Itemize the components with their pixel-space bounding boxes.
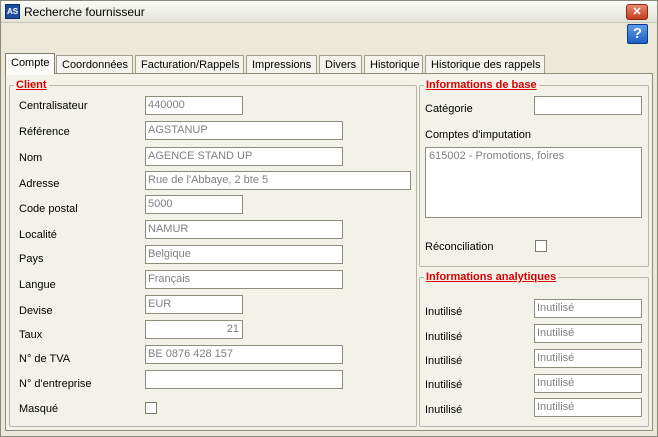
tab-impressions[interactable]: Impressions [246,55,317,74]
centralisateur-field[interactable]: 440000 [145,96,243,115]
analytics-title: Informations analytiques [426,271,557,283]
categorie-label: Catégorie [425,103,473,115]
langue-label: Langue [19,279,56,291]
window-title: Recherche fournisseur [24,5,145,19]
langue-field[interactable]: Français [145,270,343,289]
pays-label: Pays [19,253,44,265]
taux-label: Taux [19,329,43,341]
nom-label: Nom [19,152,43,164]
reference-label: Référence [19,126,70,138]
tab-panel-compte: Client Centralisateur 440000 Référence A… [5,73,653,431]
devise-label: Devise [19,305,53,317]
tab-coordonnees[interactable]: Coordonnées [56,55,133,74]
masque-checkbox[interactable] [145,402,157,414]
close-button[interactable]: ✕ [626,4,648,20]
tab-compte[interactable]: Compte [5,53,55,75]
analytic-field-2[interactable]: Inutilisé [534,324,642,343]
tab-divers[interactable]: Divers [319,55,362,74]
base-info-title: Informations de base [426,79,537,91]
adresse-field[interactable]: Rue de l'Abbaye, 2 bte 5 [145,171,411,190]
pays-field[interactable]: Belgique [145,245,343,264]
taux-field[interactable]: 21 [145,320,243,339]
app-icon: AS [5,4,20,19]
localite-label: Localité [19,229,57,241]
entreprise-field[interactable] [145,370,343,389]
tab-historique[interactable]: Historique [364,55,423,74]
analytic-label-4: Inutilisé [425,379,463,391]
reconciliation-label: Réconciliation [425,241,494,253]
centralisateur-label: Centralisateur [19,100,88,112]
analytic-field-1[interactable]: Inutilisé [534,299,642,318]
analytic-field-3[interactable]: Inutilisé [534,349,642,368]
tab-facturation-rappels[interactable]: Facturation/Rappels [135,55,244,74]
masque-label: Masqué [19,403,59,415]
tva-label: N° de TVA [19,353,71,365]
analytic-label-5: Inutilisé [425,404,463,416]
analytic-field-4[interactable]: Inutilisé [534,374,642,393]
window: AS Recherche fournisseur ✕ ? Compte Coor… [0,0,658,437]
localite-field[interactable]: NAMUR [145,220,343,239]
comptes-imputation-label: Comptes d'imputation [425,129,532,141]
devise-field[interactable]: EUR [145,295,243,314]
code-postal-field[interactable]: 5000 [145,195,243,214]
reference-field[interactable]: AGSTANUP [145,121,343,140]
tva-field[interactable]: BE 0876 428 157 [145,345,343,364]
help-button[interactable]: ? [627,24,648,44]
client-group-title: Client [16,79,47,91]
tab-historique-rappels[interactable]: Historique des rappels [425,55,545,74]
analytic-label-1: Inutilisé [425,306,463,318]
categorie-field[interactable] [534,96,642,115]
nom-field[interactable]: AGENCE STAND UP [145,147,343,166]
analytic-label-2: Inutilisé [425,331,463,343]
reconciliation-checkbox[interactable] [535,240,547,252]
analytic-label-3: Inutilisé [425,355,463,367]
comptes-imputation-list[interactable]: 615002 - Promotions, foires [425,147,642,218]
analytic-field-5[interactable]: Inutilisé [534,398,642,417]
entreprise-label: N° d'entreprise [19,378,92,390]
toolbar: ? [1,24,657,46]
adresse-label: Adresse [19,178,60,190]
code-postal-label: Code postal [19,203,78,215]
title-bar: AS Recherche fournisseur ✕ [1,1,657,23]
